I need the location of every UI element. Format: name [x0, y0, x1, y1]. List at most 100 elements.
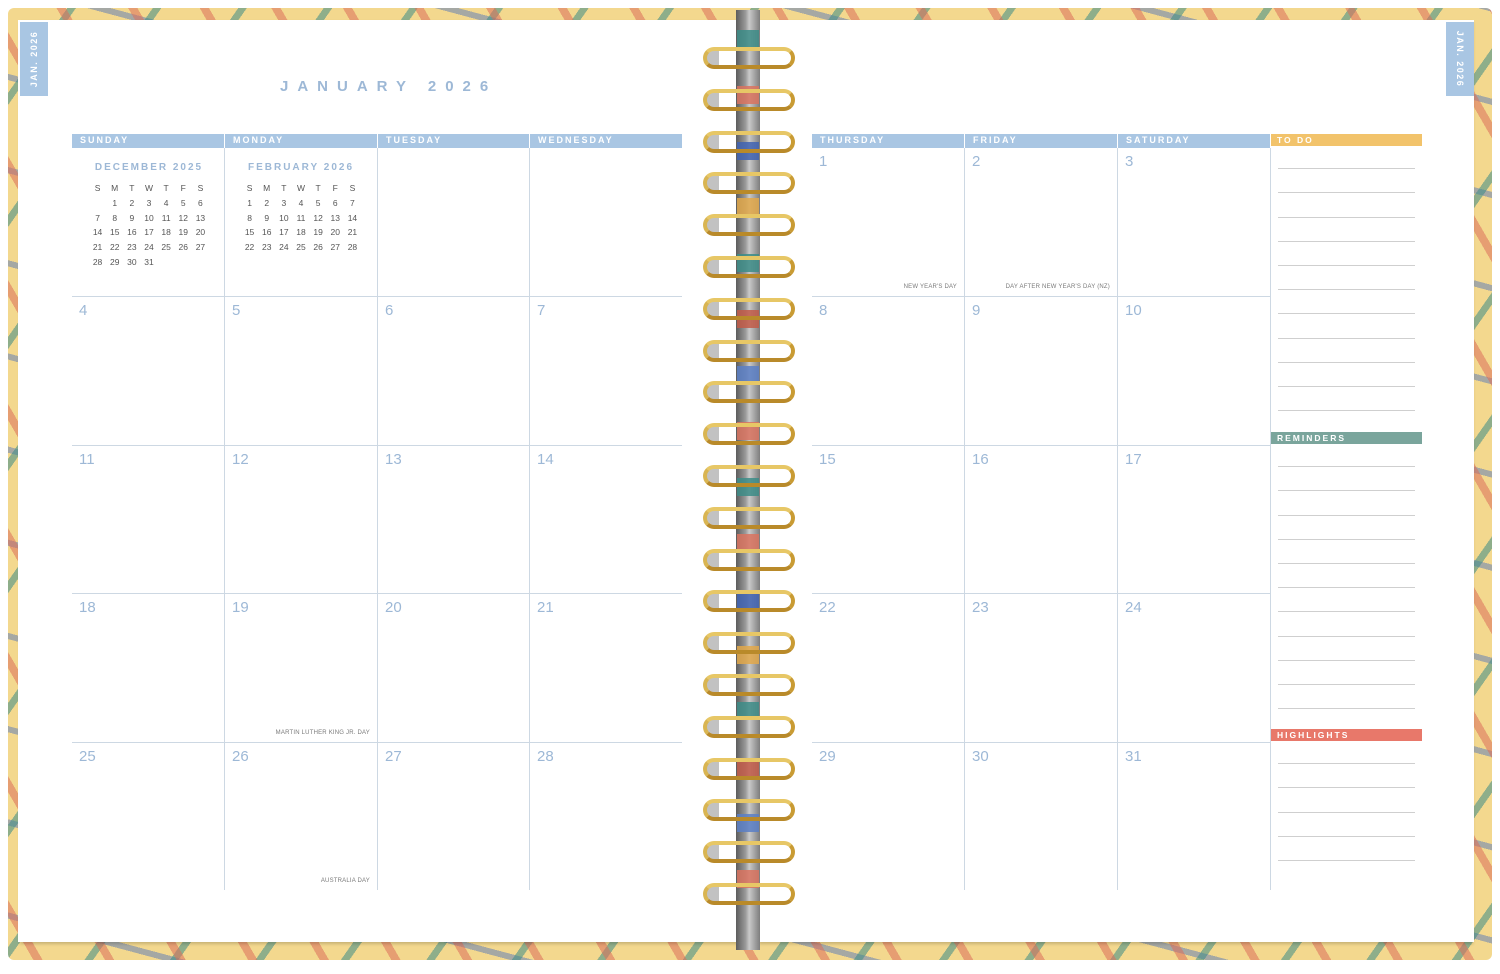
day-cell[interactable]: 20 [378, 593, 530, 742]
mini-date: 1 [112, 198, 118, 209]
day-cell[interactable]: 12 [225, 444, 378, 594]
day-cell[interactable]: 3 [1118, 148, 1270, 296]
highlights-header: HIGHLIGHTS [1271, 729, 1422, 741]
writing-line[interactable] [1278, 587, 1415, 589]
day-cell[interactable]: 4 [72, 296, 225, 445]
writing-line[interactable] [1278, 168, 1415, 170]
day-number: 22 [819, 599, 836, 617]
day-cell[interactable]: 13 [378, 444, 530, 594]
day-cell[interactable]: 17 [1118, 444, 1270, 593]
writing-line[interactable] [1278, 860, 1415, 861]
mini-date: 6 [198, 198, 203, 209]
mini-date: 19 [178, 227, 188, 238]
writing-line[interactable] [1278, 538, 1415, 540]
writing-line[interactable] [1278, 835, 1415, 837]
writing-line[interactable] [1278, 514, 1415, 516]
day-cell[interactable]: 28 [530, 741, 682, 890]
day-number: 20 [385, 599, 402, 617]
writing-line[interactable] [1278, 289, 1415, 291]
day-cell[interactable] [530, 148, 682, 296]
mini-date: 26 [313, 242, 323, 253]
spine-pattern-segment [737, 30, 759, 48]
day-cell[interactable]: 21 [530, 593, 682, 741]
day-cell[interactable] [378, 148, 530, 297]
writing-line[interactable] [1278, 635, 1415, 637]
writing-line[interactable] [1278, 684, 1415, 685]
writing-line[interactable] [1278, 410, 1415, 412]
day-cell[interactable]: 11 [72, 444, 225, 594]
day-cell[interactable]: 14 [530, 444, 682, 593]
mini-date: 20 [330, 227, 340, 238]
day-header-wednesday: WEDNESDAY [530, 134, 682, 148]
spiral-ring [703, 632, 795, 655]
day-cell[interactable]: 22 [812, 593, 965, 742]
day-number: 6 [385, 302, 394, 320]
holiday-label: DAY AFTER NEW YEAR'S DAY (NZ) [1005, 284, 1110, 291]
day-cell[interactable]: 1 NEW YEAR'S DAY [812, 148, 965, 297]
day-cell[interactable]: 7 [530, 296, 682, 444]
writing-line[interactable] [1278, 216, 1415, 218]
day-cell[interactable]: 25 [72, 741, 225, 890]
month-tab-left[interactable]: JAN. 2026 [20, 22, 48, 96]
day-cell[interactable]: 30 [965, 741, 1118, 890]
day-cell[interactable]: 2 DAY AFTER NEW YEAR'S DAY (NZ) [965, 148, 1118, 297]
day-cell[interactable]: 23 [965, 593, 1118, 742]
day-cell[interactable]: 6 [378, 296, 530, 445]
spiral-ring [703, 88, 795, 111]
mini-weekday: F [332, 183, 338, 194]
day-number: 24 [1125, 599, 1142, 617]
writing-line[interactable] [1278, 313, 1415, 315]
mini-date: 3 [281, 198, 287, 209]
day-cell[interactable]: 10 [1118, 296, 1270, 444]
writing-line[interactable] [1278, 265, 1415, 266]
day-cell[interactable]: 8 [812, 296, 965, 445]
day-cell[interactable]: 26 AUSTRALIA DAY [225, 741, 378, 890]
writing-line[interactable] [1278, 361, 1415, 363]
day-cell[interactable]: 24 [1118, 593, 1270, 741]
mini-date: 14 [347, 212, 358, 223]
day-cell[interactable]: 31 [1118, 741, 1270, 890]
writing-line[interactable] [1278, 240, 1415, 242]
writing-line[interactable] [1278, 386, 1415, 387]
mini-date: 10 [144, 212, 154, 223]
writing-line[interactable] [1278, 490, 1415, 492]
mini-calendar-title: DECEMBER 2025 [94, 162, 204, 173]
mini-date: 28 [92, 256, 103, 267]
day-cell[interactable]: 27 [378, 741, 530, 890]
mini-weekday: W [296, 183, 305, 194]
day-cell[interactable]: 5 [225, 296, 378, 445]
day-number: 29 [819, 747, 836, 765]
day-cell[interactable]: 19 MARTIN LUTHER KING JR. DAY [225, 593, 378, 742]
spiral-ring [703, 841, 795, 864]
writing-line[interactable] [1278, 708, 1415, 710]
writing-line[interactable] [1278, 811, 1415, 813]
mini-date: 12 [313, 212, 323, 223]
mini-weekday: T [315, 183, 321, 194]
writing-line[interactable] [1278, 787, 1415, 789]
day-number: 27 [385, 747, 402, 765]
writing-line[interactable] [1278, 563, 1415, 564]
day-number: 11 [79, 450, 95, 468]
day-cell[interactable]: 16 [965, 444, 1118, 594]
day-header-thursday: THURSDAY [812, 134, 965, 148]
spiral-ring [703, 214, 795, 237]
month-tab-right[interactable]: JAN. 2026 [1446, 22, 1474, 96]
mini-date: 22 [109, 242, 120, 253]
mini-date: 8 [247, 212, 252, 223]
writing-line[interactable] [1278, 337, 1415, 339]
day-cell[interactable]: 15 [812, 444, 965, 594]
mini-weekday: S [349, 183, 356, 194]
day-cell[interactable]: 29 [812, 741, 965, 890]
mini-date: 13 [330, 212, 340, 223]
day-cell[interactable]: 18 [72, 593, 225, 742]
mini-weekday: T [129, 183, 135, 194]
day-number: 4 [79, 302, 88, 320]
writing-line[interactable] [1278, 192, 1415, 194]
writing-line[interactable] [1278, 611, 1415, 613]
writing-line[interactable] [1278, 763, 1415, 765]
writing-line[interactable] [1278, 466, 1415, 468]
writing-line[interactable] [1278, 659, 1415, 661]
day-cell[interactable]: 9 [965, 296, 1118, 445]
mini-date: 8 [112, 212, 118, 223]
mini-date [89, 196, 106, 211]
